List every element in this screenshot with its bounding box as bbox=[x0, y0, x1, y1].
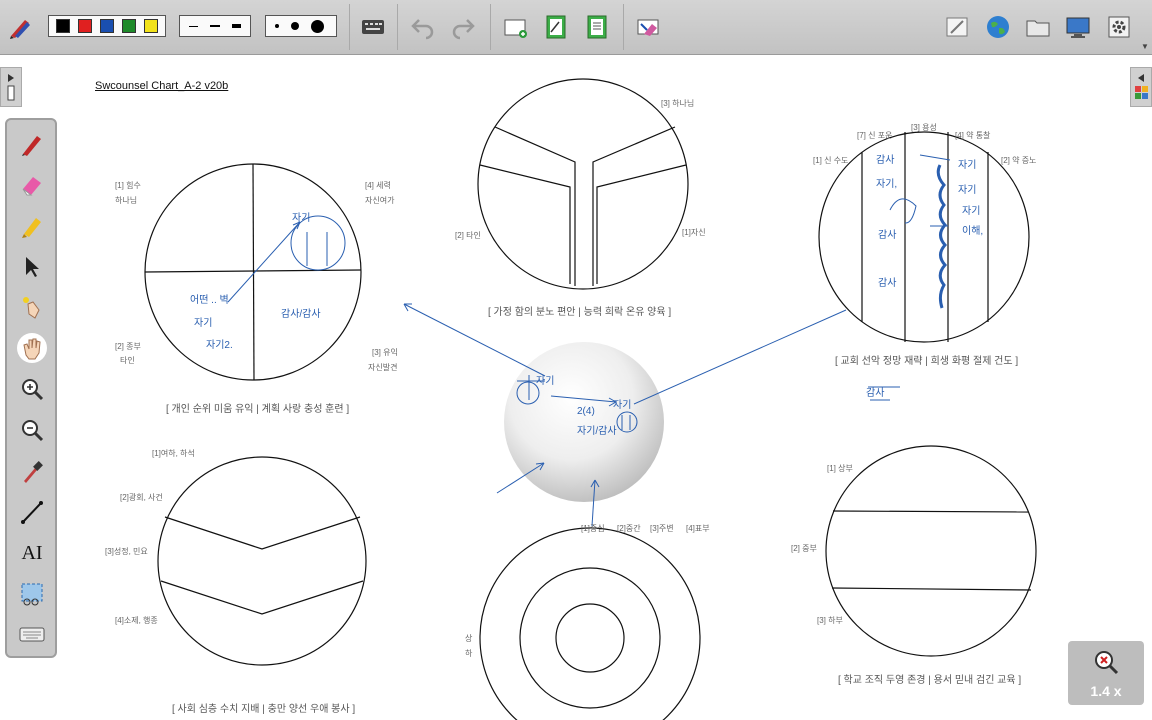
quadrant-caption: [ 개인 순위 미움 유익 | 계획 사랑 충성 훈련 ] bbox=[166, 404, 350, 415]
zoom-magnifier-icon bbox=[1095, 651, 1119, 675]
handwritten-note: 자기 bbox=[962, 205, 980, 217]
trisect-label: [1]자신 bbox=[682, 228, 706, 237]
chevron-label: [1]여하, 하석 bbox=[152, 449, 195, 458]
concentric-label: 하 bbox=[465, 649, 473, 658]
church-label: [1] 신 수도 bbox=[813, 156, 849, 165]
handwritten-note: 감사 bbox=[878, 229, 896, 241]
handwritten-note: 자기, bbox=[876, 178, 897, 190]
quadrant-diagram bbox=[144, 163, 362, 381]
handwritten-note: 자기 bbox=[613, 399, 631, 411]
handwritten-note: 감사/감사 bbox=[281, 308, 321, 320]
church-label: [4] 약 통찰 bbox=[955, 131, 991, 140]
handwritten-note: 감사 bbox=[878, 277, 896, 289]
trisect-caption: [ 가정 함의 분노 편안 | 능력 희락 온유 양육 ] bbox=[488, 307, 672, 318]
chevron-caption: [ 사회 심층 수치 지배 | 충만 양선 우애 봉사 ] bbox=[172, 704, 356, 715]
handwritten-note: 감사 bbox=[876, 154, 894, 166]
quadrant-label: 타인 bbox=[120, 356, 135, 365]
handwritten-note: 감사 bbox=[866, 387, 884, 399]
trisect-label: [2] 타인 bbox=[455, 231, 481, 240]
church-caption: [ 교회 선악 정망 재략 | 희생 화평 절제 건도 ] bbox=[835, 356, 1019, 367]
chevron-label: [3]성정, 민요 bbox=[105, 547, 148, 556]
bands-label: [2] 중부 bbox=[791, 544, 817, 553]
chevron-label: [4]소제, 행종 bbox=[115, 616, 158, 625]
concentric-label: [3]주변 bbox=[650, 524, 674, 533]
church-diagram bbox=[818, 131, 1030, 343]
quadrant-label: [3] 유익 bbox=[372, 348, 398, 357]
church-label: [7] 신 포운 bbox=[857, 131, 893, 140]
concentric-label: [1]중심 bbox=[581, 524, 605, 533]
handwritten-note: 자기 bbox=[958, 184, 976, 196]
church-label: [3] 용성 bbox=[911, 123, 937, 132]
handwritten-note: 자기 bbox=[958, 159, 976, 171]
trisect-label: [3] 하나님 bbox=[661, 99, 695, 108]
quadrant-label: 하나님 bbox=[115, 196, 138, 205]
quadrant-label: [1] 힘수 bbox=[115, 181, 141, 190]
chevron-diagram bbox=[157, 456, 367, 666]
zoom-indicator[interactable]: 1.4 x bbox=[1068, 641, 1144, 705]
trisect-diagram bbox=[477, 78, 689, 290]
handwritten-note: 자기 bbox=[536, 375, 554, 387]
concentric-label: [4]표부 bbox=[686, 524, 710, 533]
concentric-label: [2]중간 bbox=[617, 524, 641, 533]
handwritten-note: 어떤 .. 벽 bbox=[190, 294, 229, 306]
center-sphere bbox=[504, 342, 664, 502]
handwritten-note: 2(4) bbox=[577, 406, 595, 417]
church-label: [2] 약 증노 bbox=[1001, 156, 1037, 165]
quadrant-label: 자신여가 bbox=[365, 196, 395, 205]
concentric-diagram bbox=[479, 527, 701, 720]
bands-label: [3] 하부 bbox=[817, 616, 843, 625]
chevron-label: [2]광회, 사건 bbox=[120, 493, 163, 502]
handwritten-note: 자기/감사 bbox=[577, 425, 617, 437]
handwritten-note: 자기2. bbox=[206, 339, 233, 351]
zoom-level: 1.4 x bbox=[1090, 683, 1122, 699]
bands-caption: [ 학교 조직 두영 존경 | 용서 믿내 검긴 교육 ] bbox=[838, 675, 1022, 686]
quadrant-label: 자신발견 bbox=[368, 363, 398, 372]
handwritten-note: 이해, bbox=[962, 224, 983, 237]
concentric-label: 상 bbox=[465, 634, 473, 643]
handwriting-annotation bbox=[936, 164, 948, 309]
handwritten-note: 자기 bbox=[292, 212, 310, 224]
handwritten-note: 자기 bbox=[194, 317, 212, 329]
bands-label: [1] 상부 bbox=[827, 464, 853, 473]
quadrant-label: [4] 세력 bbox=[365, 181, 391, 190]
bands-diagram bbox=[825, 445, 1037, 657]
quadrant-label: [2] 종부 bbox=[115, 342, 141, 351]
